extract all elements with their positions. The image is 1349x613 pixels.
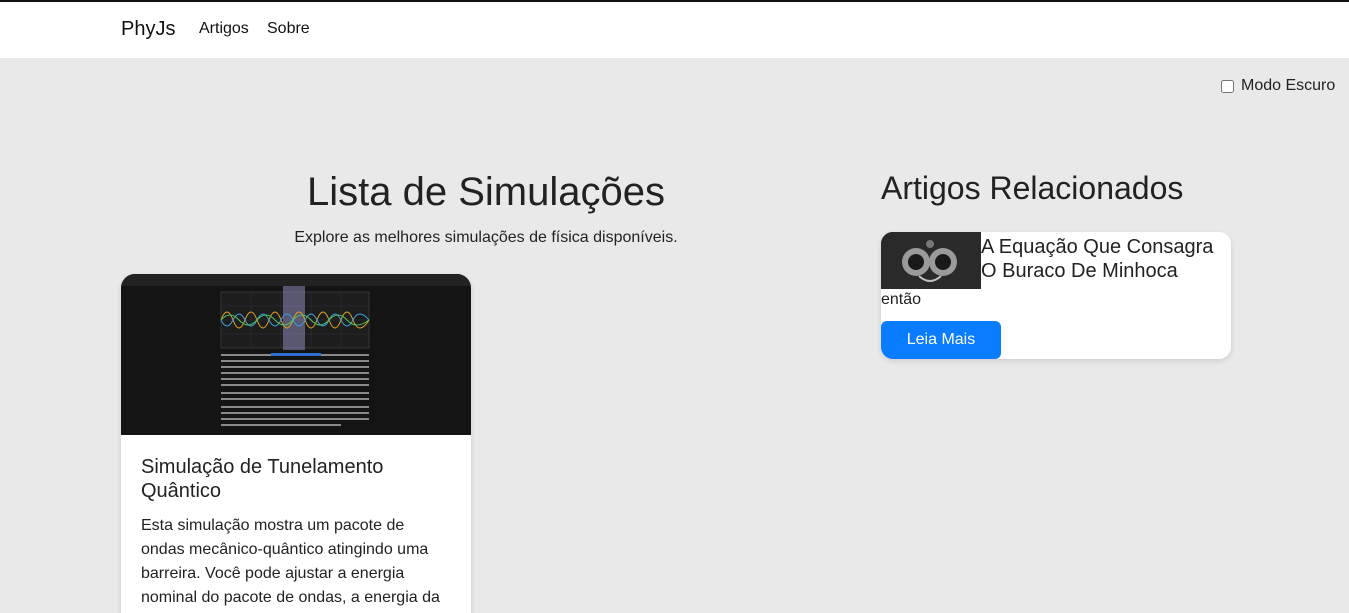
- nav-link-artigos[interactable]: Artigos: [199, 20, 249, 38]
- article-card[interactable]: A Equação Que Consagra O Buraco De Minho…: [881, 232, 1231, 359]
- simulations-subtitle: Explore as melhores simulações de física…: [294, 229, 678, 246]
- article-thumbnail: [881, 232, 981, 289]
- read-more-button[interactable]: Leia Mais: [881, 321, 1001, 359]
- dark-mode-checkbox[interactable]: [1221, 79, 1234, 93]
- brand-logo[interactable]: PhyJs: [121, 18, 175, 41]
- article-title[interactable]: A Equação Que Consagra O Buraco De Minho…: [981, 235, 1231, 283]
- article-excerpt: então: [881, 291, 922, 308]
- simulation-thumbnail: [121, 274, 471, 435]
- nav-link-sobre[interactable]: Sobre: [267, 20, 310, 38]
- simulations-title: Lista de Simulações: [307, 170, 665, 214]
- dark-mode-label: Modo Escuro: [1241, 77, 1336, 94]
- simulation-card[interactable]: Simulação de Tunelamento Quântico Esta s…: [121, 274, 471, 613]
- dark-mode-toggle[interactable]: Modo Escuro: [1221, 76, 1335, 96]
- simulation-card-title[interactable]: Simulação de Tunelamento Quântico: [141, 455, 451, 503]
- navbar: PhyJs Artigos Sobre: [0, 2, 1349, 58]
- related-articles-title: Artigos Relacionados: [881, 170, 1184, 206]
- simulation-card-description: Esta simulação mostra um pacote de ondas…: [141, 517, 440, 606]
